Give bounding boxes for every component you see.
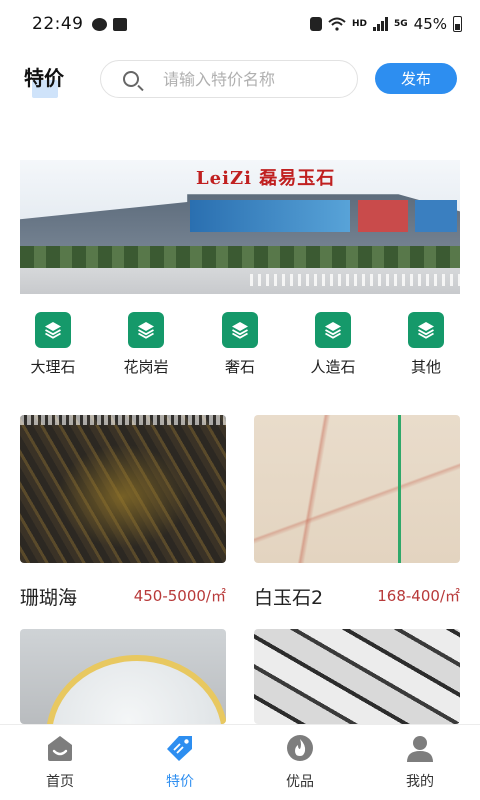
user-icon [405, 733, 435, 763]
product-card[interactable] [20, 629, 226, 724]
layers-icon [315, 312, 351, 348]
product-name: 珊瑚海 [20, 587, 78, 609]
fire-icon [285, 733, 315, 763]
category-luxury-stone[interactable]: 奢石 [200, 312, 280, 377]
product-price: 168-400/㎡ [377, 587, 460, 605]
search-icon [123, 71, 139, 87]
layers-icon [128, 312, 164, 348]
category-label: 大理石 [30, 358, 76, 376]
wechat-icon [91, 17, 107, 31]
layers-icon [35, 312, 71, 348]
product-name: 白玉石2 [254, 587, 324, 609]
layers-icon [408, 312, 444, 348]
product-card[interactable]: 白玉石2 168-400/㎡ [254, 415, 460, 615]
page-title: 特价 [24, 66, 64, 90]
category-marble[interactable]: 大理石 [13, 312, 93, 377]
nav-label: 特价 [166, 774, 194, 790]
search-bar[interactable] [100, 60, 358, 98]
battery-percent: 45% [413, 15, 447, 33]
nav-label: 首页 [46, 774, 74, 790]
product-image[interactable] [254, 415, 460, 563]
battery-icon [453, 16, 462, 32]
category-artificial-stone[interactable]: 人造石 [293, 312, 373, 377]
banner-image[interactable]: LeiZi 磊易玉石 [20, 160, 460, 294]
product-price: 450-5000/㎡ [133, 587, 226, 605]
search-input[interactable] [163, 61, 349, 97]
product-image[interactable] [20, 629, 226, 724]
product-card[interactable]: 珊瑚海 450-5000/㎡ [20, 415, 226, 615]
banner-sign: LeiZi 磊易玉石 [196, 168, 336, 189]
nav-mine[interactable]: 我的 [380, 733, 460, 791]
product-image[interactable] [254, 629, 460, 724]
publish-button[interactable]: 发布 [375, 63, 457, 94]
category-label: 人造石 [310, 358, 356, 376]
nav-special-offer[interactable]: 特价 [140, 733, 220, 791]
nav-home[interactable]: 首页 [20, 733, 100, 791]
wifi-icon [328, 17, 346, 31]
network-generation: 5G [394, 19, 408, 29]
category-label: 奢石 [224, 358, 255, 376]
product-card[interactable] [254, 629, 460, 724]
status-time: 22:49 [32, 14, 84, 34]
product-image[interactable] [20, 415, 226, 563]
alarm-icon [309, 17, 322, 31]
network-type: HD [351, 19, 367, 29]
category-row: 大理石 花岗岩 奢石 人造石 其他 [0, 312, 480, 384]
category-label: 其他 [410, 358, 441, 376]
category-other[interactable]: 其他 [386, 312, 466, 377]
category-label: 花岗岩 [123, 358, 169, 376]
nav-label: 我的 [406, 774, 434, 790]
bottom-nav: 首页 特价 优品 我的 [0, 724, 480, 800]
home-icon [45, 733, 75, 763]
signal-icon [373, 17, 388, 31]
nav-premium[interactable]: 优品 [260, 733, 340, 791]
layers-icon [222, 312, 258, 348]
image-icon [112, 17, 127, 31]
tag-icon [165, 733, 195, 763]
category-granite[interactable]: 花岗岩 [106, 312, 186, 377]
nav-label: 优品 [286, 774, 314, 790]
status-bar: 22:49 HD 5G 45% [0, 0, 480, 48]
